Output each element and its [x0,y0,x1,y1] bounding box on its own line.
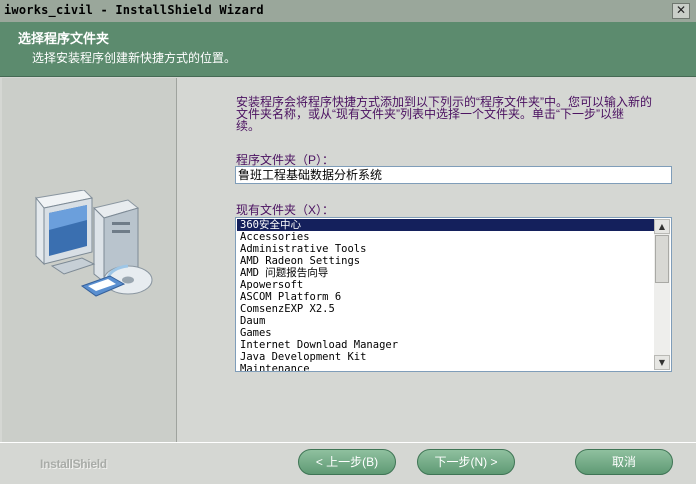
folder-list-item[interactable]: Internet Download Manager [237,339,654,351]
program-folder-input[interactable]: 鲁班工程基础数据分析系统 [235,166,672,184]
close-icon: ✕ [675,3,687,17]
title-bar[interactable]: iworks_civil - InstallShield Wizard ✕ [0,0,696,23]
list-scrollbar[interactable]: ▲ ▼ [654,219,670,370]
instructions-line: 续。 [236,119,261,133]
scroll-down-button[interactable]: ▼ [654,355,670,370]
folder-list-item[interactable]: AMD Radeon Settings [237,255,654,267]
existing-folders-list[interactable]: 360安全中心 Accessories Administrative Tools AM… [235,217,672,372]
next-button[interactable]: 下一步(N) > [417,449,515,475]
computer-install-icon [35,190,153,297]
close-button[interactable]: ✕ [672,3,690,19]
instructions-line: 文件夹名称，或从“现有文件夹”列表中选择一个文件夹。单击“下一步”以继 [236,107,624,121]
left-panel [2,78,177,442]
page-title: 选择程序文件夹 [18,31,110,46]
folder-list-item[interactable]: 360安全中心 [237,219,654,231]
folder-list-item[interactable]: Accessories [237,231,654,243]
window-title: iworks_civil - InstallShield Wizard [4,3,264,17]
folder-list-item[interactable]: Java Development Kit [237,351,654,363]
wizard-footer: InstallShield < 上一步(B) 下一步(N) > 取消 [0,442,696,484]
folder-list-item[interactable]: Maintenance [237,363,654,371]
folder-list-item[interactable]: AMD 问题报告向导 [237,267,654,279]
existing-folders-label: 现有文件夹（X）： [236,203,335,217]
folder-list-item[interactable]: ComsenzEXP X2.5 [237,303,654,315]
arrow-down-icon: ▼ [658,358,666,367]
folder-list-item[interactable]: Apowersoft [237,279,654,291]
installshield-brand: InstallShield [40,457,107,471]
folder-list-item[interactable]: Daum [237,315,654,327]
scroll-up-button[interactable]: ▲ [654,219,670,234]
page-subtitle: 选择安装程序创建新快捷方式的位置。 [32,51,237,65]
scroll-thumb[interactable] [655,235,669,283]
back-button[interactable]: < 上一步(B) [298,449,396,475]
arrow-up-icon: ▲ [658,222,666,231]
folder-list-item[interactable]: Games [237,327,654,339]
folder-items: 360安全中心 Accessories Administrative Tools AM… [237,219,654,371]
folder-list-item[interactable]: ASCOM Platform 6 [237,291,654,303]
folder-list-item[interactable]: Administrative Tools [237,243,654,255]
wizard-header: 选择程序文件夹 选择安装程序创建新快捷方式的位置。 [0,22,696,77]
installshield-wizard-window: iworks_civil - InstallShield Wizard ✕ 选择… [0,0,696,484]
cancel-button[interactable]: 取消 [575,449,673,475]
instructions-text: 安装程序会将程序快捷方式添加到以下列示的“程序文件夹”中。您可以输入新的 文件夹… [236,96,676,132]
